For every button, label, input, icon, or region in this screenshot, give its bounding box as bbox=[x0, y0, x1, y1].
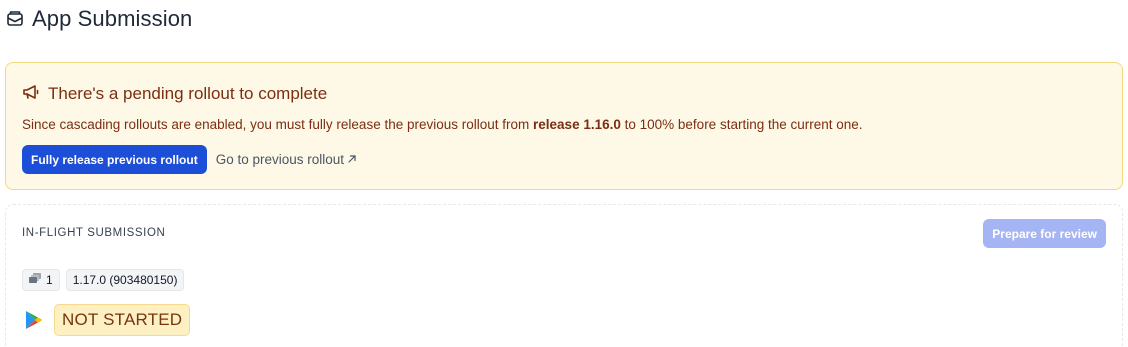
pending-rollout-alert: There's a pending rollout to complete Si… bbox=[5, 62, 1123, 190]
previous-rollout-link-label: Go to previous rollout bbox=[215, 152, 345, 167]
page-title: App Submission bbox=[32, 6, 193, 31]
alert-release-name: release 1.16.0 bbox=[533, 117, 621, 132]
build-version-chip: 1.17.0 (903480150) bbox=[65, 269, 185, 291]
previous-rollout-link[interactable]: Go to previous rollout bbox=[216, 152, 357, 167]
build-count: 1 bbox=[46, 273, 53, 287]
alert-message-prefix: Since cascading rollouts are enabled, yo… bbox=[22, 117, 534, 132]
megaphone-icon bbox=[22, 84, 40, 105]
external-link-arrow-icon bbox=[347, 152, 357, 167]
alert-message-suffix: to 100% before starting the current one. bbox=[620, 117, 863, 132]
prepare-for-review-button[interactable]: Prepare for review bbox=[983, 219, 1106, 248]
build-chips: 1 1.17.0 (903480150) bbox=[22, 269, 185, 291]
page-header: App Submission bbox=[6, 5, 192, 33]
fully-release-button[interactable]: Fully release previous rollout bbox=[22, 145, 207, 174]
alert-message: Since cascading rollouts are enabled, yo… bbox=[22, 115, 1106, 135]
in-flight-submission-card: IN-FLIGHT SUBMISSION Prepare for review … bbox=[5, 204, 1123, 347]
alert-title: There's a pending rollout to complete bbox=[48, 84, 328, 103]
status-badge: NOT STARTED bbox=[54, 304, 191, 336]
google-play-icon bbox=[22, 309, 44, 331]
build-count-chip: 1 bbox=[22, 269, 60, 291]
stack-icon bbox=[29, 273, 42, 287]
section-label: IN-FLIGHT SUBMISSION bbox=[22, 227, 166, 239]
store-status-row: NOT STARTED bbox=[22, 304, 191, 336]
build-version: 1.17.0 (903480150) bbox=[72, 273, 178, 287]
envelope-open-icon bbox=[6, 10, 24, 28]
